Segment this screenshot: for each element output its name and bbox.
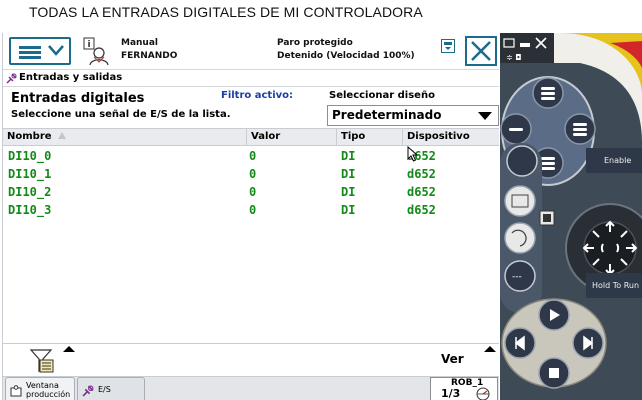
- user-name: FERNANDO: [121, 51, 178, 61]
- svg-text:≑ ◘: ≑ ◘: [506, 53, 522, 62]
- enable-label: Enable: [604, 156, 631, 165]
- svg-text:i: i: [87, 40, 90, 50]
- signal-name: DI10_0: [8, 149, 52, 163]
- table-row[interactable]: DI10_2 0 DI d652: [3, 183, 499, 201]
- design-select[interactable]: Predeterminado: [327, 105, 499, 126]
- signals-header: Entradas digitales Seleccione una señal …: [3, 88, 499, 128]
- taskbar: Ventana producción E/S ROB_1 1/3: [3, 376, 499, 400]
- breadcrumb-label: Entradas y salidas: [19, 72, 123, 83]
- window-minimize-icon[interactable]: [441, 39, 455, 53]
- filter-menu-up-icon[interactable]: [63, 346, 75, 352]
- operating-mode: Manual: [121, 38, 159, 48]
- signal-value: 0: [249, 149, 257, 163]
- close-icon: [471, 41, 491, 61]
- io-icon: [82, 385, 94, 397]
- mode-keys[interactable]: ---: [500, 143, 542, 313]
- signal-type: DI: [341, 185, 356, 199]
- pendant-hardware: ≑ ◘ --- Enable Hold To Run: [500, 33, 642, 400]
- task-io[interactable]: E/S: [77, 377, 145, 400]
- column-header-value[interactable]: Valor: [247, 129, 337, 146]
- sort-ascending-icon: [57, 132, 66, 139]
- signal-name: DI10_1: [8, 167, 52, 181]
- close-button[interactable]: [465, 36, 497, 66]
- filter-list-icon[interactable]: [29, 348, 55, 374]
- signals-table: Nombre Valor Tipo Dispositivo DI10_0 0 D…: [3, 128, 499, 344]
- table-row[interactable]: DI10_3 0 DI d652: [3, 201, 499, 219]
- screenshot-caption: TODAS LA ENTRADAS DIGITALES DE MI CONTRO…: [29, 4, 423, 20]
- signal-type: DI: [341, 149, 356, 163]
- quickset-robot-button[interactable]: ROB_1 1/3: [430, 377, 498, 400]
- enable-device[interactable]: Enable: [586, 148, 642, 173]
- view-menu-up-icon[interactable]: [484, 346, 496, 352]
- page-instruction: Seleccione una señal de E/S de la lista.: [11, 109, 231, 120]
- select-design-label: Seleccionar diseño: [329, 90, 435, 101]
- signal-type: DI: [341, 167, 356, 181]
- page-title: Entradas digitales: [11, 91, 145, 106]
- design-select-value: Predeterminado: [332, 108, 442, 122]
- signal-value: 0: [249, 167, 257, 181]
- command-bar: Ver: [3, 344, 499, 376]
- view-menu-button[interactable]: Ver: [441, 352, 464, 366]
- signal-name: DI10_2: [8, 185, 52, 199]
- abb-menu-button[interactable]: [9, 37, 71, 65]
- active-filter-label[interactable]: Filtro activo:: [221, 90, 293, 101]
- signal-device: d652: [407, 203, 436, 217]
- mouse-cursor-icon: [407, 146, 419, 162]
- breadcrumb: Entradas y salidas: [3, 69, 499, 87]
- motor-state: Paro protegido: [277, 38, 353, 48]
- signal-device: d652: [407, 185, 436, 199]
- table-row[interactable]: DI10_1 0 DI d652: [3, 165, 499, 183]
- signal-device: d652: [407, 167, 436, 181]
- signal-value: 0: [249, 185, 257, 199]
- task-label: E/S: [98, 385, 111, 394]
- dropdown-arrow-icon: [478, 112, 492, 120]
- operator-status-icon[interactable]: i: [81, 36, 111, 66]
- task-counter: 1/3: [441, 387, 461, 400]
- signal-type: DI: [341, 203, 356, 217]
- table-header: Nombre Valor Tipo Dispositivo: [3, 128, 499, 146]
- table-row[interactable]: DI10_0 0 DI d652: [3, 147, 499, 165]
- flexpendant-screen: i Manual FERNANDO Paro protegido Detenid…: [2, 33, 499, 400]
- production-window-icon: [10, 385, 22, 397]
- signal-value: 0: [249, 203, 257, 217]
- svg-text:---: ---: [512, 272, 522, 282]
- column-header-name[interactable]: Nombre: [3, 129, 247, 146]
- speed-gauge-icon: [476, 387, 490, 400]
- column-header-device[interactable]: Dispositivo: [403, 129, 499, 146]
- hold-to-run-label: Hold To Run: [592, 281, 639, 290]
- chevron-down-icon: [48, 45, 64, 56]
- status-bar: i Manual FERNANDO Paro protegido Detenid…: [3, 33, 499, 69]
- menu-icon: [19, 46, 41, 59]
- task-production-window[interactable]: Ventana producción: [5, 377, 75, 400]
- program-state: Detenido (Velocidad 100%): [277, 51, 415, 61]
- io-icon: [6, 73, 17, 84]
- program-keys[interactable]: [501, 298, 607, 389]
- signal-name: DI10_3: [8, 203, 52, 217]
- hold-to-run-button[interactable]: Hold To Run: [586, 273, 642, 298]
- column-header-type[interactable]: Tipo: [337, 129, 403, 146]
- task-label: Ventana producción: [26, 381, 71, 399]
